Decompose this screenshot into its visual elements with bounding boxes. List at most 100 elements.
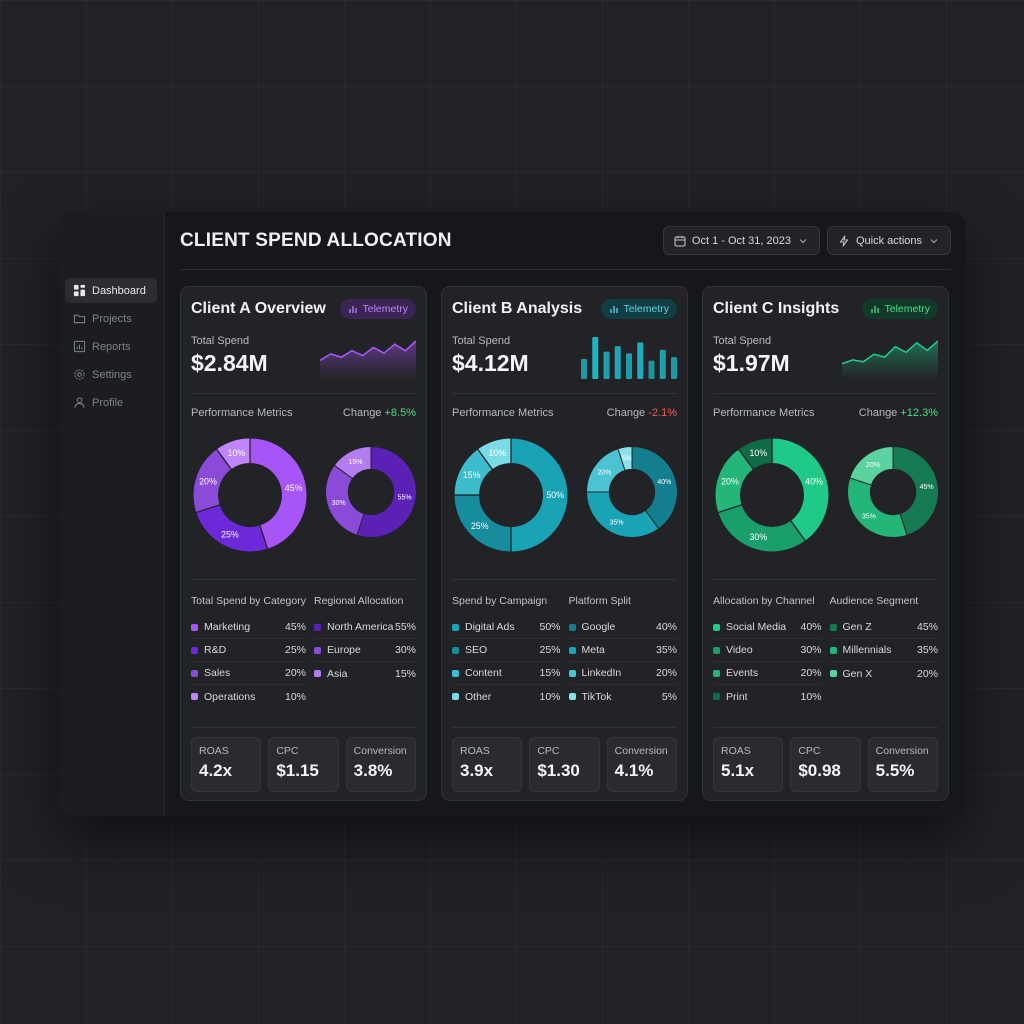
- legend-row: Other 10%: [452, 685, 561, 708]
- sidebar-item-projects[interactable]: Projects: [65, 306, 157, 331]
- telemetry-badge[interactable]: Telemetry: [340, 298, 416, 319]
- kpi-value: 3.8%: [353, 761, 393, 780]
- legend-pct: 30%: [800, 644, 822, 656]
- legend-row: R&D 25%: [191, 639, 306, 662]
- performance-metrics-row: Performance Metrics Change -2.1%: [452, 394, 677, 432]
- legend-swatch: [314, 646, 321, 654]
- kpi-label: CPC: [798, 745, 821, 757]
- platform-donut-chart: 40% 35% 20% 5%: [586, 446, 678, 538]
- legend-pct: 30%: [394, 644, 416, 656]
- sidebar-item-dashboard[interactable]: Dashboard: [65, 278, 157, 303]
- legend-swatch: [713, 623, 720, 631]
- donut-slice-label: 40%: [805, 476, 823, 486]
- legend-row: Digital Ads 50%: [452, 616, 561, 639]
- kpi-value: $0.98: [798, 761, 841, 780]
- legend-label: Meta: [581, 644, 605, 656]
- legend-swatch: [314, 670, 321, 677]
- kpi-roas: ROAS 4.2x: [191, 737, 262, 792]
- legend-pct: 20%: [284, 667, 306, 679]
- card-title: Client C Insights: [713, 299, 840, 317]
- legend-swatch: [191, 669, 198, 677]
- spend-sparkline: [842, 340, 938, 379]
- donut-slice-label: 5%: [622, 456, 633, 463]
- donut-slice-label: 55%: [398, 495, 413, 502]
- legend-label: Operations: [204, 690, 256, 703]
- legend-swatch: [452, 669, 459, 677]
- change-label: Change: [858, 407, 898, 419]
- kpi-label: CPC: [537, 745, 560, 757]
- sparkline-bar: [659, 349, 666, 379]
- campaign-legend: Spend by Campaign Digital Ads 50% SEO 25% …: [452, 595, 561, 727]
- metrics-label: Performance Metrics: [191, 407, 293, 419]
- sidebar-item-reports[interactable]: Reports: [65, 334, 157, 359]
- sidebar-item-profile[interactable]: Profile: [65, 390, 157, 415]
- kpi-cpc: CPC $1.15: [268, 737, 339, 792]
- legend-row: Print 10%: [713, 685, 822, 708]
- bar-chart-icon: [73, 340, 86, 353]
- legend-swatch: [314, 623, 321, 631]
- date-range-label: Oct 1 - Oct 31, 2023: [691, 234, 791, 247]
- kpi-conversion: Conversion 4.1%: [606, 737, 677, 792]
- telemetry-badge[interactable]: Telemetry: [862, 298, 938, 319]
- kpi-row: ROAS 5.1x CPC $0.98 Conversion 5.5%: [713, 737, 938, 792]
- channel-donut-chart: 40% 30% 20% 10%: [714, 437, 830, 553]
- gear-icon: [74, 369, 85, 380]
- legend-title: Platform Split: [568, 595, 631, 607]
- campaign-donut-chart: 50% 25% 15% 10%: [453, 437, 569, 553]
- legend-swatch: [191, 623, 198, 631]
- kpi-value: $1.30: [537, 761, 580, 780]
- legend-pct: 55%: [394, 621, 416, 633]
- change-value: +8.5%: [384, 407, 417, 419]
- card-header: Client B Analysis Telemetry: [452, 287, 677, 328]
- legend-label: Digital Ads: [465, 621, 515, 633]
- client-card-c: Client C Insights Telemetry Total Spend …: [702, 286, 949, 801]
- legend-pct: 40%: [655, 621, 677, 633]
- donut-charts: 45% 25% 20% 10% 55% 30% 15%: [191, 432, 417, 580]
- quick-actions-button[interactable]: Quick actions: [826, 226, 951, 255]
- performance-metrics-row: Performance Metrics Change +8.5%: [191, 394, 416, 432]
- sidebar-item-label: Settings: [92, 368, 132, 381]
- kpi-roas: ROAS 3.9x: [452, 737, 523, 792]
- legend-swatch: [191, 646, 198, 654]
- audience-legend: Audience Segment Gen Z 45% Millennials 35%…: [829, 595, 938, 727]
- sidebar-item-label: Reports: [92, 340, 131, 353]
- legend-row: Operations 10%: [191, 685, 306, 708]
- date-range-picker[interactable]: Oct 1 - Oct 31, 2023: [662, 226, 820, 255]
- legend-label: Content: [465, 667, 502, 679]
- legend-row: Marketing 45%: [191, 616, 306, 639]
- donut-slice-label: 25%: [471, 521, 489, 531]
- telemetry-badge[interactable]: Telemetry: [601, 298, 677, 319]
- legend-swatch: [568, 693, 576, 700]
- donut-slice-label: 30%: [332, 500, 347, 507]
- platform-legend: Platform Split Google 40% Meta 35% LinkedI…: [568, 595, 677, 727]
- legend-swatch: [452, 693, 459, 700]
- card-title: Client B Analysis: [452, 299, 583, 317]
- kpi-label: Conversion: [353, 745, 407, 757]
- kpi-label: Conversion: [875, 745, 929, 757]
- sparkline-bar: [603, 351, 610, 379]
- legend-title: Audience Segment: [829, 595, 919, 607]
- kpi-label: CPC: [276, 745, 299, 757]
- legend-pct: 10%: [284, 690, 306, 703]
- category-legend: Total Spend by Category Marketing 45% R&D…: [191, 595, 306, 727]
- kpi-cpc: CPC $1.30: [529, 737, 600, 792]
- lightning-icon: [839, 235, 849, 246]
- folder-icon: [73, 314, 86, 324]
- sparkline-bar: [648, 360, 655, 379]
- badge-label: Telemetry: [884, 302, 930, 315]
- sidebar-item-settings[interactable]: Settings: [65, 362, 157, 387]
- metrics-label: Performance Metrics: [713, 407, 815, 419]
- donut-slice-label: 45%: [285, 483, 303, 493]
- legend-swatch: [568, 623, 576, 631]
- kpi-value: 5.5%: [875, 761, 915, 780]
- donut-slice-label: 50%: [546, 490, 564, 500]
- change-label: Change: [606, 407, 646, 419]
- legend-tables: Spend by Campaign Digital Ads 50% SEO 25% …: [452, 580, 677, 728]
- donut-charts: 50% 25% 15% 10% 40% 35% 20% 5%: [452, 432, 678, 580]
- donut-slice-label: 30%: [749, 532, 767, 542]
- spend-value: $1.97M: [713, 350, 790, 376]
- legend-label: Millennials: [842, 644, 892, 656]
- chevron-down-icon: [930, 238, 938, 243]
- kpi-value: 4.1%: [614, 761, 654, 780]
- legend-title: Total Spend by Category: [191, 595, 306, 607]
